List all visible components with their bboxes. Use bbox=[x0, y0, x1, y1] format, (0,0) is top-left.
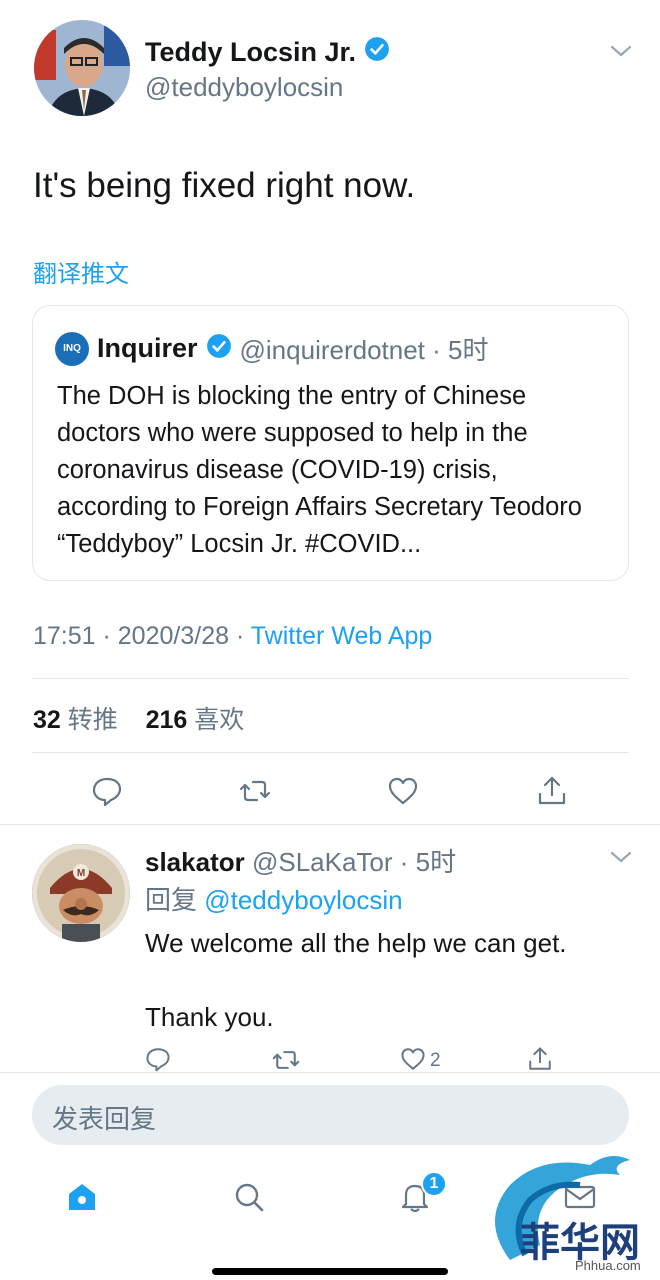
reply-icon[interactable] bbox=[145, 1046, 177, 1072]
quoted-tweet-card[interactable]: INQ Inquirer @inquirerdotnet · 5时 The DO… bbox=[32, 305, 629, 581]
reply-composer-input[interactable]: 发表回复 bbox=[32, 1085, 629, 1145]
share-icon[interactable] bbox=[536, 775, 568, 807]
reply-author-avatar[interactable]: M bbox=[32, 844, 130, 942]
replying-to-line: 回复 @teddyboylocsin bbox=[145, 880, 403, 917]
svg-text:M: M bbox=[77, 868, 85, 879]
verified-badge-icon bbox=[364, 36, 390, 69]
composer-placeholder: 发表回复 bbox=[52, 1104, 157, 1134]
reply-text: We welcome all the help we can get. Than… bbox=[145, 928, 567, 1032]
reply-header[interactable]: slakator @SLaKaTor · 5时 bbox=[145, 842, 456, 879]
divider bbox=[32, 678, 629, 679]
tweet-source-link[interactable]: Twitter Web App bbox=[251, 622, 433, 650]
reply-like-count: 2 bbox=[430, 1050, 441, 1071]
verified-badge-icon bbox=[206, 333, 232, 364]
notification-badge: 1 bbox=[421, 1171, 447, 1197]
inquirer-logo: INQ bbox=[55, 331, 89, 366]
retweets-count: 32 bbox=[33, 706, 61, 734]
home-indicator[interactable] bbox=[212, 1268, 448, 1275]
author-handle[interactable]: @teddyboylocsin bbox=[145, 72, 343, 103]
quoted-handle-time: @inquirerdotnet · 5时 bbox=[239, 335, 489, 365]
quoted-tweet-header: INQ Inquirer @inquirerdotnet · 5时 bbox=[55, 330, 488, 367]
quoted-tweet-text: The DOH is blocking the entry of Chinese… bbox=[57, 382, 582, 558]
home-icon[interactable] bbox=[65, 1180, 99, 1214]
quoted-author-name: Inquirer bbox=[97, 333, 198, 363]
likes-label: 喜欢 bbox=[187, 706, 245, 734]
author-avatar[interactable] bbox=[34, 20, 130, 116]
reply-handle-time[interactable]: @SLaKaTor · 5时 bbox=[245, 847, 456, 877]
translate-tweet-link[interactable]: 翻译推文 bbox=[33, 254, 129, 289]
replying-to-mention[interactable]: @teddyboylocsin bbox=[204, 885, 402, 915]
retweet-icon[interactable] bbox=[239, 775, 271, 807]
author-name[interactable]: Teddy Locsin Jr. bbox=[145, 37, 356, 68]
tweet-meta: 17:51 · 2020/3/28 · Twitter Web App bbox=[33, 622, 432, 651]
divider bbox=[0, 1072, 660, 1073]
likes-stat[interactable]: 216 喜欢 bbox=[146, 706, 245, 734]
retweets-label: 转推 bbox=[60, 706, 118, 734]
watermark-subtext: Phhua.com bbox=[575, 1258, 641, 1273]
tweet-stats: 32 转推 216 喜欢 bbox=[33, 700, 244, 736]
search-icon[interactable] bbox=[232, 1180, 266, 1214]
like-icon[interactable] bbox=[400, 1046, 430, 1072]
reply-author-name[interactable]: slakator bbox=[145, 847, 245, 877]
chevron-down-icon[interactable] bbox=[608, 846, 634, 868]
tweet-text: It's being fixed right now. bbox=[33, 166, 416, 205]
share-icon[interactable] bbox=[527, 1046, 557, 1072]
retweet-icon[interactable] bbox=[272, 1046, 304, 1072]
divider bbox=[0, 824, 660, 825]
likes-count: 216 bbox=[145, 706, 188, 734]
reply-icon[interactable] bbox=[91, 775, 123, 807]
like-icon[interactable] bbox=[387, 775, 419, 807]
retweets-stat[interactable]: 32 转推 bbox=[33, 706, 118, 734]
replying-label: 回复 bbox=[145, 885, 205, 915]
divider bbox=[32, 752, 629, 753]
author-name-row[interactable]: Teddy Locsin Jr. bbox=[145, 36, 390, 69]
chevron-down-icon[interactable] bbox=[608, 40, 634, 62]
tweet-timestamp: 17:51 · 2020/3/28 · bbox=[33, 622, 251, 650]
